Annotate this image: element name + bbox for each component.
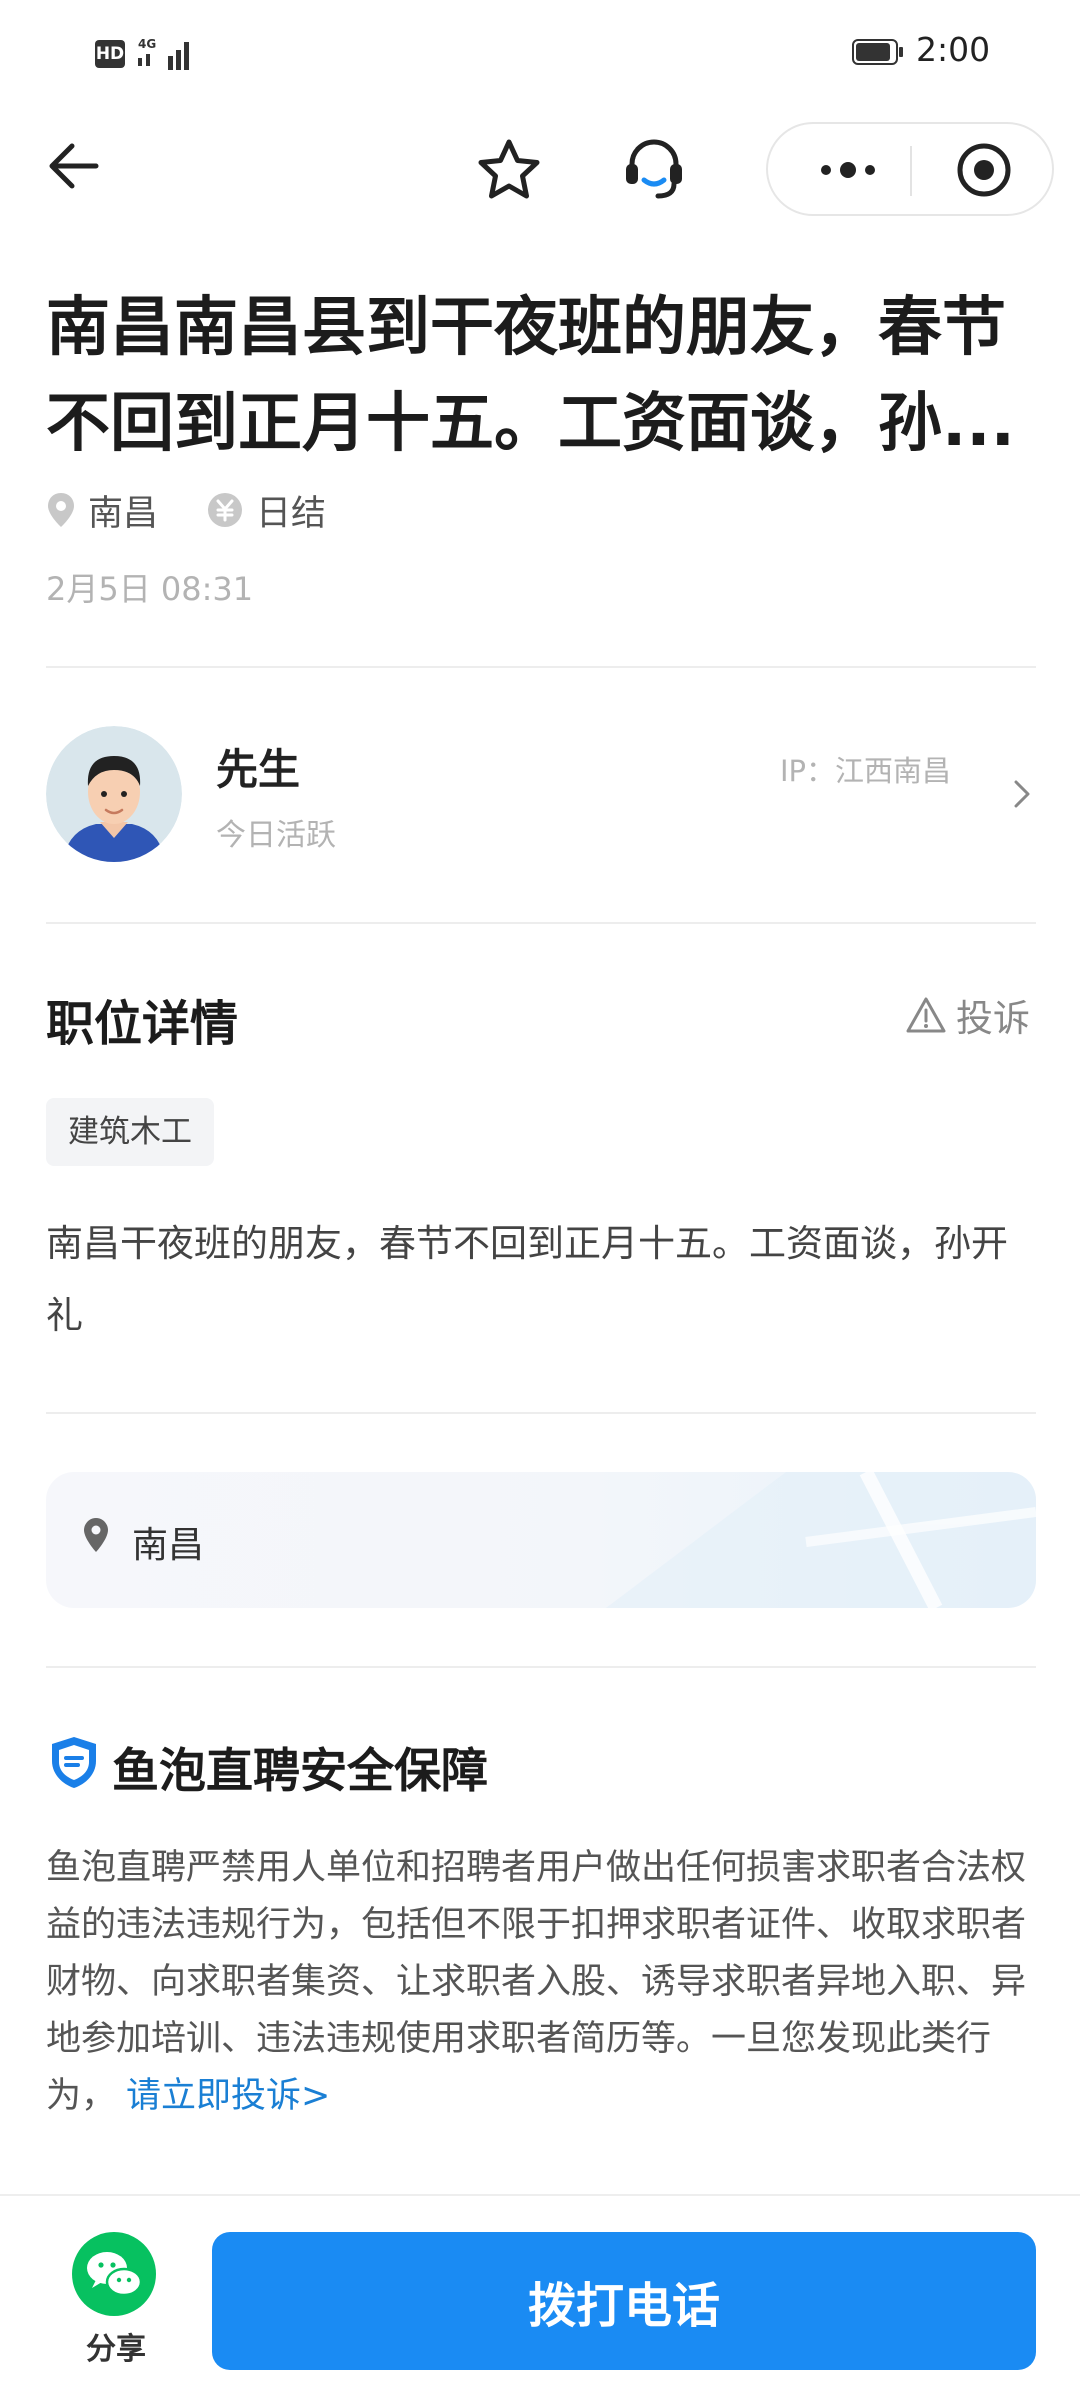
avatar[interactable] [46, 726, 182, 862]
capsule-divider [910, 146, 912, 196]
wechat-icon [72, 2232, 156, 2316]
hd-badge: HD [95, 40, 125, 68]
status-time: 2:00 [916, 30, 991, 69]
post-time: 2月5日 08:31 [46, 570, 254, 608]
safety-title: 鱼泡直聘安全保障 [112, 1744, 488, 1799]
network-label: 4G [138, 37, 156, 51]
job-description: 南昌干夜班的朋友，春节不回到正月十五。工资面谈，孙开礼 [46, 1222, 1008, 1337]
close-target-icon[interactable] [954, 140, 1014, 200]
job-title: 南昌南昌县到干夜班的朋友，春节不回到正月十五。工资面谈，孙... [46, 291, 1015, 461]
map-decoration [606, 1472, 1036, 1608]
location-pin-icon [84, 1518, 108, 1552]
report-label: 投诉 [956, 997, 1030, 1040]
back-arrow-icon[interactable] [44, 134, 108, 198]
call-button[interactable]: 拨打电话 [212, 2232, 1036, 2370]
safety-text: 鱼泡直聘严禁用人单位和招聘者用户做出任何损害求职者合法权益的违法违规行为，包括但… [46, 1840, 1036, 2125]
job-location: 南昌 [46, 485, 158, 536]
signal-icon: 4G [138, 37, 189, 70]
divider [46, 922, 1036, 924]
job-pay-type-text: 日结 [256, 493, 327, 534]
bottom-bar: 分享 拨打电话 [0, 2194, 1080, 2400]
star-icon[interactable] [474, 136, 544, 206]
location-card-text: 南昌 [132, 1525, 205, 1566]
divider [46, 1412, 1036, 1414]
location-pin-icon [48, 493, 74, 527]
warning-icon [906, 997, 946, 1033]
shield-icon [52, 1737, 96, 1788]
more-icon[interactable] [808, 142, 888, 198]
customer-service-icon[interactable] [618, 134, 690, 206]
job-location-text: 南昌 [88, 493, 159, 534]
divider [46, 1666, 1036, 1668]
chevron-right-icon[interactable] [1010, 776, 1036, 812]
job-tag: 建筑木工 [46, 1098, 214, 1166]
job-meta: 南昌 日结 [46, 486, 374, 534]
publisher-ip: IP：江西南昌 [780, 754, 952, 788]
report-button[interactable]: 投诉 [904, 988, 1030, 1042]
job-pay-type: 日结 [206, 485, 326, 536]
section-title-job-details: 职位详情 [46, 996, 239, 1052]
status-bar: HD 4G 2:00 [0, 0, 1080, 106]
share-label: 分享 [86, 2332, 146, 2367]
battery-icon [852, 39, 903, 65]
currency-icon [208, 493, 243, 527]
publisher-name: 先生 [216, 745, 301, 794]
divider [46, 666, 1036, 668]
mini-program-capsule [766, 122, 1054, 216]
share-button[interactable]: 分享 [70, 2230, 162, 2368]
publisher-status: 今日活跃 [216, 818, 336, 853]
report-now-link[interactable]: 请立即投诉> [126, 2076, 330, 2116]
location-card[interactable]: 南昌 [46, 1472, 1036, 1608]
